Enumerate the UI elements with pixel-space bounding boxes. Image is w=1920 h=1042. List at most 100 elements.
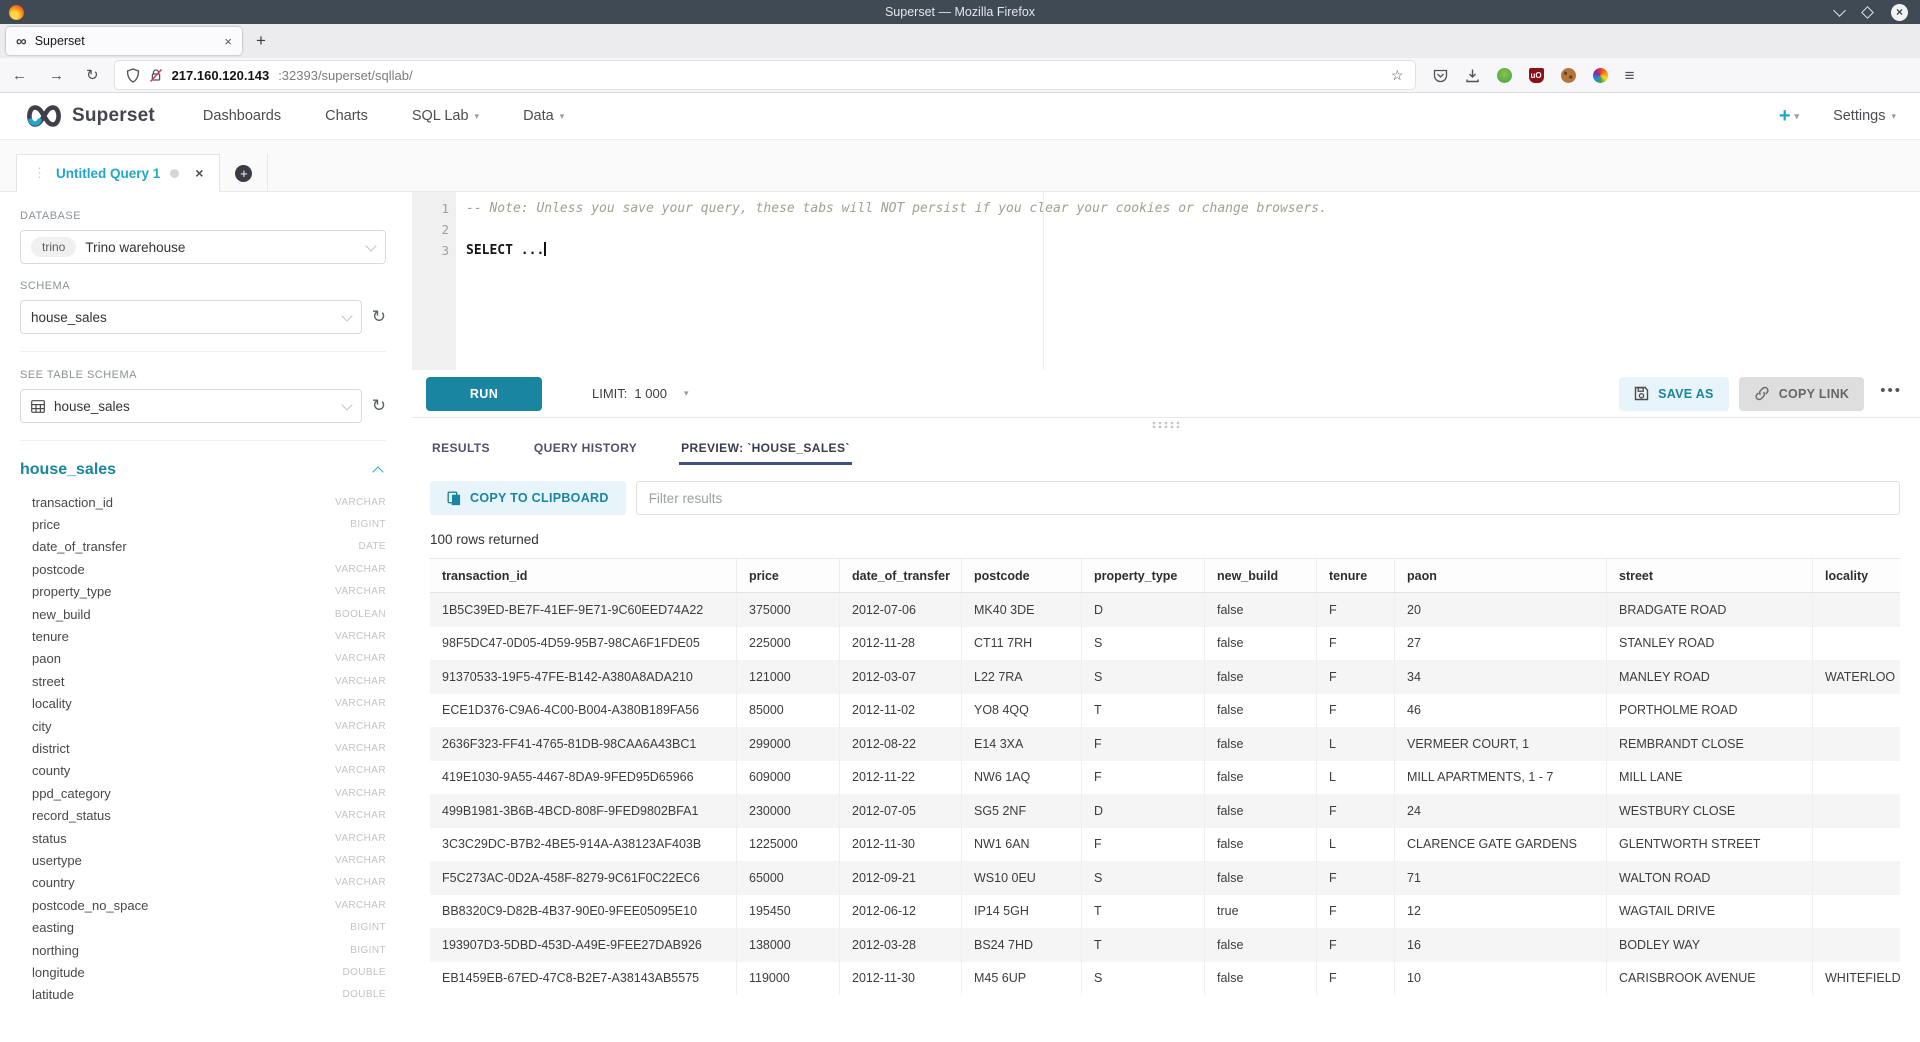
south-tab[interactable]: RESULTS bbox=[430, 441, 492, 465]
table-cell: BRADGATE ROAD bbox=[1606, 593, 1812, 627]
column-type: VARCHAR bbox=[335, 810, 386, 821]
nav-item-sql-lab[interactable]: SQL Lab▾ bbox=[412, 108, 479, 124]
table-row: 193907D3-5DBD-453D-A49E-9FEE27DAB9261380… bbox=[430, 928, 1900, 962]
table-cell: 119000 bbox=[736, 962, 839, 996]
pane-resize-handle[interactable] bbox=[412, 418, 1920, 431]
schema-column-row: districtVARCHAR bbox=[20, 737, 386, 759]
column-type: BIGINT bbox=[350, 945, 386, 956]
table-cell: 2012-09-21 bbox=[839, 861, 961, 895]
reload-icon[interactable]: ↻ bbox=[86, 68, 99, 83]
table-header-cell[interactable]: paon bbox=[1394, 558, 1606, 593]
table-header-cell[interactable]: street bbox=[1606, 558, 1812, 593]
table-header-cell[interactable]: tenure bbox=[1316, 558, 1394, 593]
database-select[interactable]: trino Trino warehouse bbox=[20, 230, 386, 264]
schema-select[interactable]: house_sales bbox=[20, 300, 362, 334]
column-type: DOUBLE bbox=[342, 967, 386, 978]
limit-dropdown[interactable]: LIMIT: 1 000 ▾ bbox=[592, 386, 688, 401]
rows-returned-text: 100 rows returned bbox=[430, 532, 1902, 547]
schema-column-row: streetVARCHAR bbox=[20, 670, 386, 692]
table-cell: 1225000 bbox=[736, 828, 839, 862]
schema-column-row: countyVARCHAR bbox=[20, 760, 386, 782]
sql-editor[interactable]: 123 -- Note: Unless you save your query,… bbox=[412, 192, 1920, 370]
ublock-extension-icon[interactable]: uO bbox=[1529, 68, 1544, 83]
query-tab-close-icon[interactable]: × bbox=[195, 165, 203, 181]
menu-hamburger-icon[interactable]: ≡ bbox=[1625, 67, 1635, 84]
tab-close-icon[interactable]: × bbox=[224, 34, 232, 49]
table-cell: F5C273AC-0D2A-458F-8279-9C61F0C22EC6 bbox=[430, 861, 736, 895]
save-as-button[interactable]: SAVE AS bbox=[1619, 377, 1729, 411]
collapse-chevron-up-icon[interactable] bbox=[372, 466, 383, 477]
table-cell bbox=[1812, 895, 1900, 929]
column-type: BIGINT bbox=[350, 519, 386, 530]
table-cell bbox=[1812, 694, 1900, 728]
copy-link-button[interactable]: COPY LINK bbox=[1739, 377, 1865, 411]
table-header-cell[interactable]: property_type bbox=[1081, 558, 1204, 593]
refresh-schemas-icon[interactable]: ↻ bbox=[372, 309, 386, 326]
table-cell: S bbox=[1081, 627, 1204, 661]
see-table-schema-label: SEE TABLE SCHEMA bbox=[20, 369, 386, 381]
table-schema-header[interactable]: house_sales bbox=[20, 461, 386, 479]
schema-column-row: cityVARCHAR bbox=[20, 715, 386, 737]
forward-icon[interactable]: → bbox=[49, 68, 64, 83]
settings-menu[interactable]: Settings▾ bbox=[1833, 108, 1896, 124]
table-cell: 121000 bbox=[736, 660, 839, 694]
nav-item-charts[interactable]: Charts bbox=[325, 108, 368, 124]
superset-favicon-icon: ∞ bbox=[16, 34, 27, 49]
query-tab-untitled-query-1[interactable]: ⋮ Untitled Query 1 × bbox=[16, 154, 220, 192]
download-icon[interactable] bbox=[1465, 68, 1480, 83]
column-name: date_of_transfer bbox=[32, 539, 127, 554]
window-minimize-icon[interactable] bbox=[1833, 4, 1846, 17]
schema-select-value: house_sales bbox=[31, 310, 107, 325]
more-actions-button[interactable]: ••• bbox=[1880, 382, 1902, 399]
add-query-tab-button[interactable]: + bbox=[220, 154, 268, 192]
back-icon[interactable]: ← bbox=[12, 68, 27, 83]
column-name: locality bbox=[32, 696, 72, 711]
table-cell: WATERLOO bbox=[1812, 660, 1900, 694]
south-tab[interactable]: QUERY HISTORY bbox=[532, 441, 639, 465]
table-header-cell[interactable]: date_of_transfer bbox=[839, 558, 961, 593]
table-cell: BB8320C9-D82B-4B37-90E0-9FEE05095E10 bbox=[430, 895, 736, 929]
nav-item-data[interactable]: Data▾ bbox=[523, 108, 564, 124]
table-cell: 2012-11-02 bbox=[839, 694, 961, 728]
table-cell: WALTON ROAD bbox=[1606, 861, 1812, 895]
table-header-cell[interactable]: new_build bbox=[1204, 558, 1316, 593]
browser-tab[interactable]: ∞ Superset × bbox=[6, 27, 242, 55]
table-cell: MILL LANE bbox=[1606, 761, 1812, 795]
extension-pinwheel-icon[interactable] bbox=[1593, 68, 1608, 83]
window-maximize-icon[interactable] bbox=[1861, 6, 1874, 19]
filter-results-input[interactable] bbox=[636, 481, 1900, 515]
cookie-extension-icon[interactable] bbox=[1561, 68, 1576, 83]
add-new-button[interactable]: +▾ bbox=[1779, 105, 1799, 128]
column-name: postcode_no_space bbox=[32, 898, 148, 913]
schema-column-row: tenureVARCHAR bbox=[20, 625, 386, 647]
table-row: BB8320C9-D82B-4B37-90E0-9FEE05095E101954… bbox=[430, 895, 1900, 929]
refresh-tables-icon[interactable]: ↻ bbox=[372, 398, 386, 415]
lock-insecure-icon[interactable] bbox=[149, 68, 163, 83]
table-row: 1B5C39ED-BE7F-41EF-9E71-9C60EED74A223750… bbox=[430, 593, 1900, 627]
column-name: status bbox=[32, 831, 67, 846]
run-button[interactable]: RUN bbox=[426, 377, 542, 411]
new-tab-button[interactable]: + bbox=[256, 31, 266, 51]
url-input[interactable]: 217.160.120.143:32393/superset/sqllab/ ☆ bbox=[115, 61, 1415, 89]
superset-logo[interactable]: Superset bbox=[24, 103, 155, 129]
column-type: VARCHAR bbox=[335, 855, 386, 866]
unsaved-indicator-dot bbox=[170, 169, 179, 178]
table-row: EB1459EB-67ED-47C8-B2E7-A38143AB55751190… bbox=[430, 962, 1900, 996]
window-close-icon[interactable]: × bbox=[1891, 4, 1908, 21]
shield-icon[interactable] bbox=[126, 68, 140, 83]
table-header-cell[interactable]: price bbox=[736, 558, 839, 593]
pocket-icon[interactable] bbox=[1433, 68, 1448, 83]
editor-code-area[interactable]: -- Note: Unless you save your query, the… bbox=[456, 192, 1920, 370]
table-header-cell[interactable]: transaction_id bbox=[430, 558, 736, 593]
copy-to-clipboard-button[interactable]: COPY TO CLIPBOARD bbox=[430, 481, 626, 515]
privacy-badger-extension-icon[interactable] bbox=[1497, 68, 1512, 83]
url-host: 217.160.120.143 bbox=[172, 68, 270, 83]
table-select[interactable]: house_sales bbox=[20, 389, 362, 423]
tab-drag-handle-icon[interactable]: ⋮ bbox=[33, 165, 46, 181]
bookmark-star-icon[interactable]: ☆ bbox=[1391, 67, 1404, 84]
table-header-cell[interactable]: locality bbox=[1812, 558, 1900, 593]
caret-down-icon: ▾ bbox=[1795, 111, 1800, 122]
nav-item-dashboards[interactable]: Dashboards bbox=[203, 108, 281, 124]
south-tab[interactable]: PREVIEW: `HOUSE_SALES` bbox=[679, 441, 852, 465]
table-header-cell[interactable]: postcode bbox=[961, 558, 1081, 593]
